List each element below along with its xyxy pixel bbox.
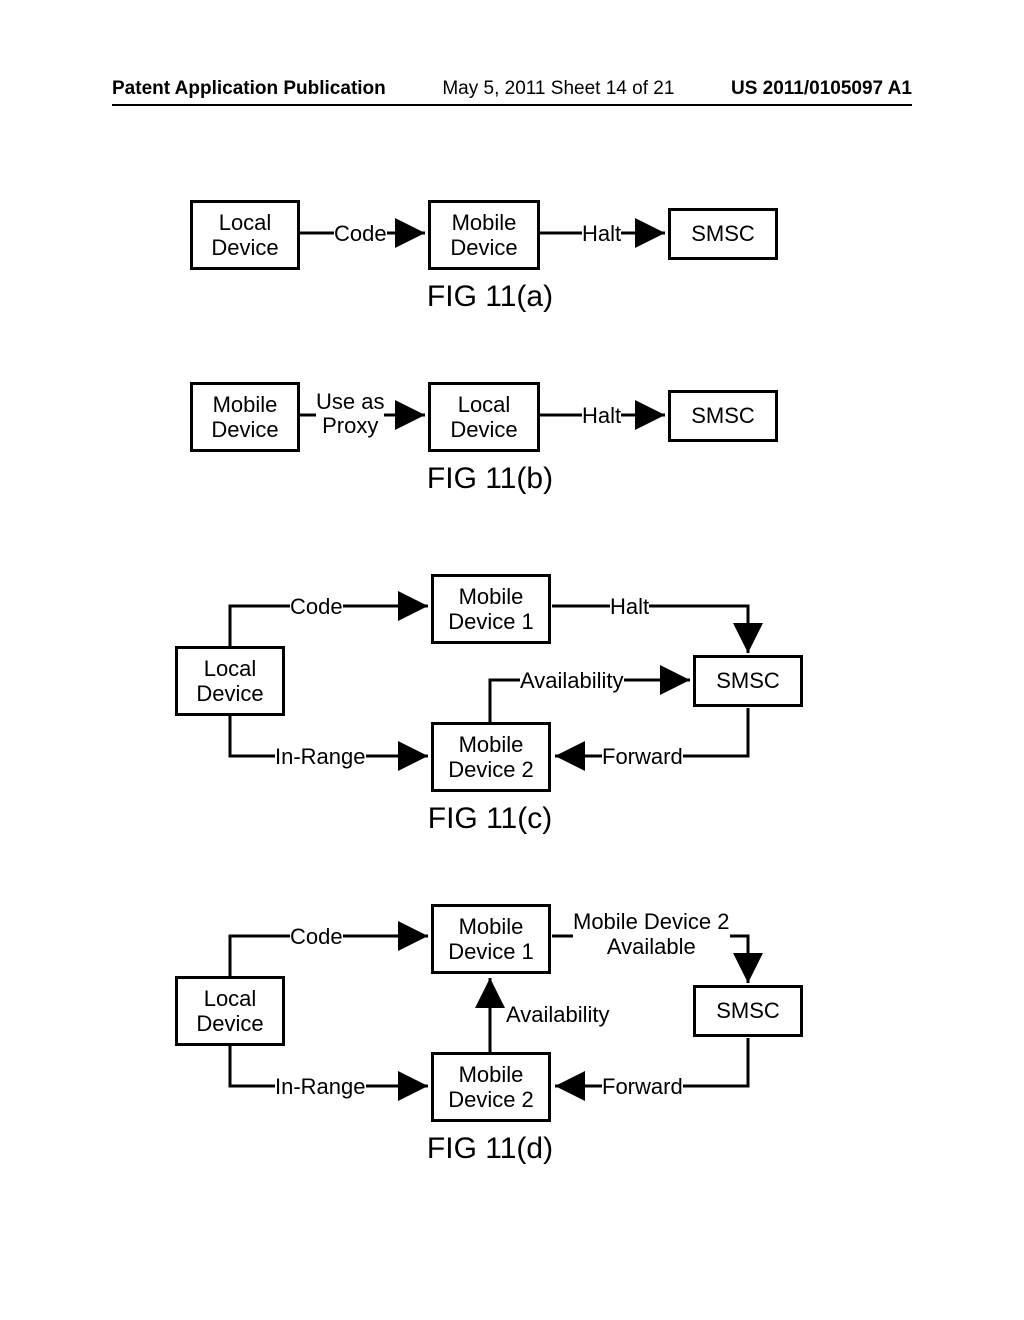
arrow-label-proxy: Use asProxy	[316, 390, 384, 438]
header-right: US 2011/0105097 A1	[731, 78, 912, 100]
box-label: LocalDevice	[211, 210, 278, 261]
box-label: LocalDevice	[196, 656, 263, 707]
box-local-device: LocalDevice	[428, 382, 540, 452]
figure-11c: LocalDevice MobileDevice 1 MobileDevice …	[0, 570, 1024, 860]
box-label: MobileDevice 1	[448, 584, 534, 635]
box-label: SMSC	[716, 998, 780, 1023]
box-label: LocalDevice	[450, 392, 517, 443]
header-left: Patent Application Publication	[112, 78, 386, 100]
box-label: MobileDevice	[211, 392, 278, 443]
arrow-label-forward: Forward	[602, 1074, 683, 1100]
box-local-device: LocalDevice	[175, 976, 285, 1046]
box-mobile-device: MobileDevice	[428, 200, 540, 270]
arrow-label-halt: Halt	[582, 403, 621, 429]
box-label: LocalDevice	[196, 986, 263, 1037]
arrow-label-code: Code	[334, 221, 387, 247]
box-smsc: SMSC	[668, 208, 778, 260]
arrow-label-md2-available: Mobile Device 2Available	[573, 910, 730, 959]
header-rule	[112, 104, 912, 106]
box-mobile-device-2: MobileDevice 2	[431, 722, 551, 792]
arrow-label-code: Code	[290, 594, 343, 620]
box-mobile-device: MobileDevice	[190, 382, 300, 452]
box-local-device: LocalDevice	[175, 646, 285, 716]
arrow-label-code: Code	[290, 924, 343, 950]
arrow-label-halt: Halt	[610, 594, 649, 620]
arrow-label-availability: Availability	[506, 1002, 610, 1028]
box-label: MobileDevice 2	[448, 1062, 534, 1113]
arrow-label-availability: Availability	[520, 668, 624, 694]
box-label: SMSC	[716, 668, 780, 693]
box-smsc: SMSC	[693, 655, 803, 707]
box-mobile-device-1: MobileDevice 1	[431, 904, 551, 974]
figure-11b: MobileDevice LocalDevice SMSC Use asProx…	[0, 370, 1024, 530]
arrow-label-inrange: In-Range	[275, 744, 366, 770]
figure-caption: FIG 11(c)	[390, 802, 590, 836]
figure-11a: LocalDevice MobileDevice SMSC Code Halt …	[0, 188, 1024, 338]
figure-caption: FIG 11(d)	[390, 1132, 590, 1166]
box-smsc: SMSC	[693, 985, 803, 1037]
box-label: SMSC	[691, 221, 755, 246]
arrow-label-forward: Forward	[602, 744, 683, 770]
figure-11d: LocalDevice MobileDevice 1 MobileDevice …	[0, 900, 1024, 1200]
box-label: MobileDevice	[450, 210, 517, 261]
box-mobile-device-2: MobileDevice 2	[431, 1052, 551, 1122]
box-mobile-device-1: MobileDevice 1	[431, 574, 551, 644]
box-label: MobileDevice 1	[448, 914, 534, 965]
figure-caption: FIG 11(a)	[390, 280, 590, 314]
arrow-label-inrange: In-Range	[275, 1074, 366, 1100]
box-local-device: LocalDevice	[190, 200, 300, 270]
box-label: SMSC	[691, 403, 755, 428]
figure-caption: FIG 11(b)	[390, 462, 590, 496]
box-smsc: SMSC	[668, 390, 778, 442]
header-mid: May 5, 2011 Sheet 14 of 21	[442, 78, 674, 100]
box-label: MobileDevice 2	[448, 732, 534, 783]
page-header: Patent Application Publication May 5, 20…	[0, 78, 1024, 100]
arrow-label-halt: Halt	[582, 221, 621, 247]
